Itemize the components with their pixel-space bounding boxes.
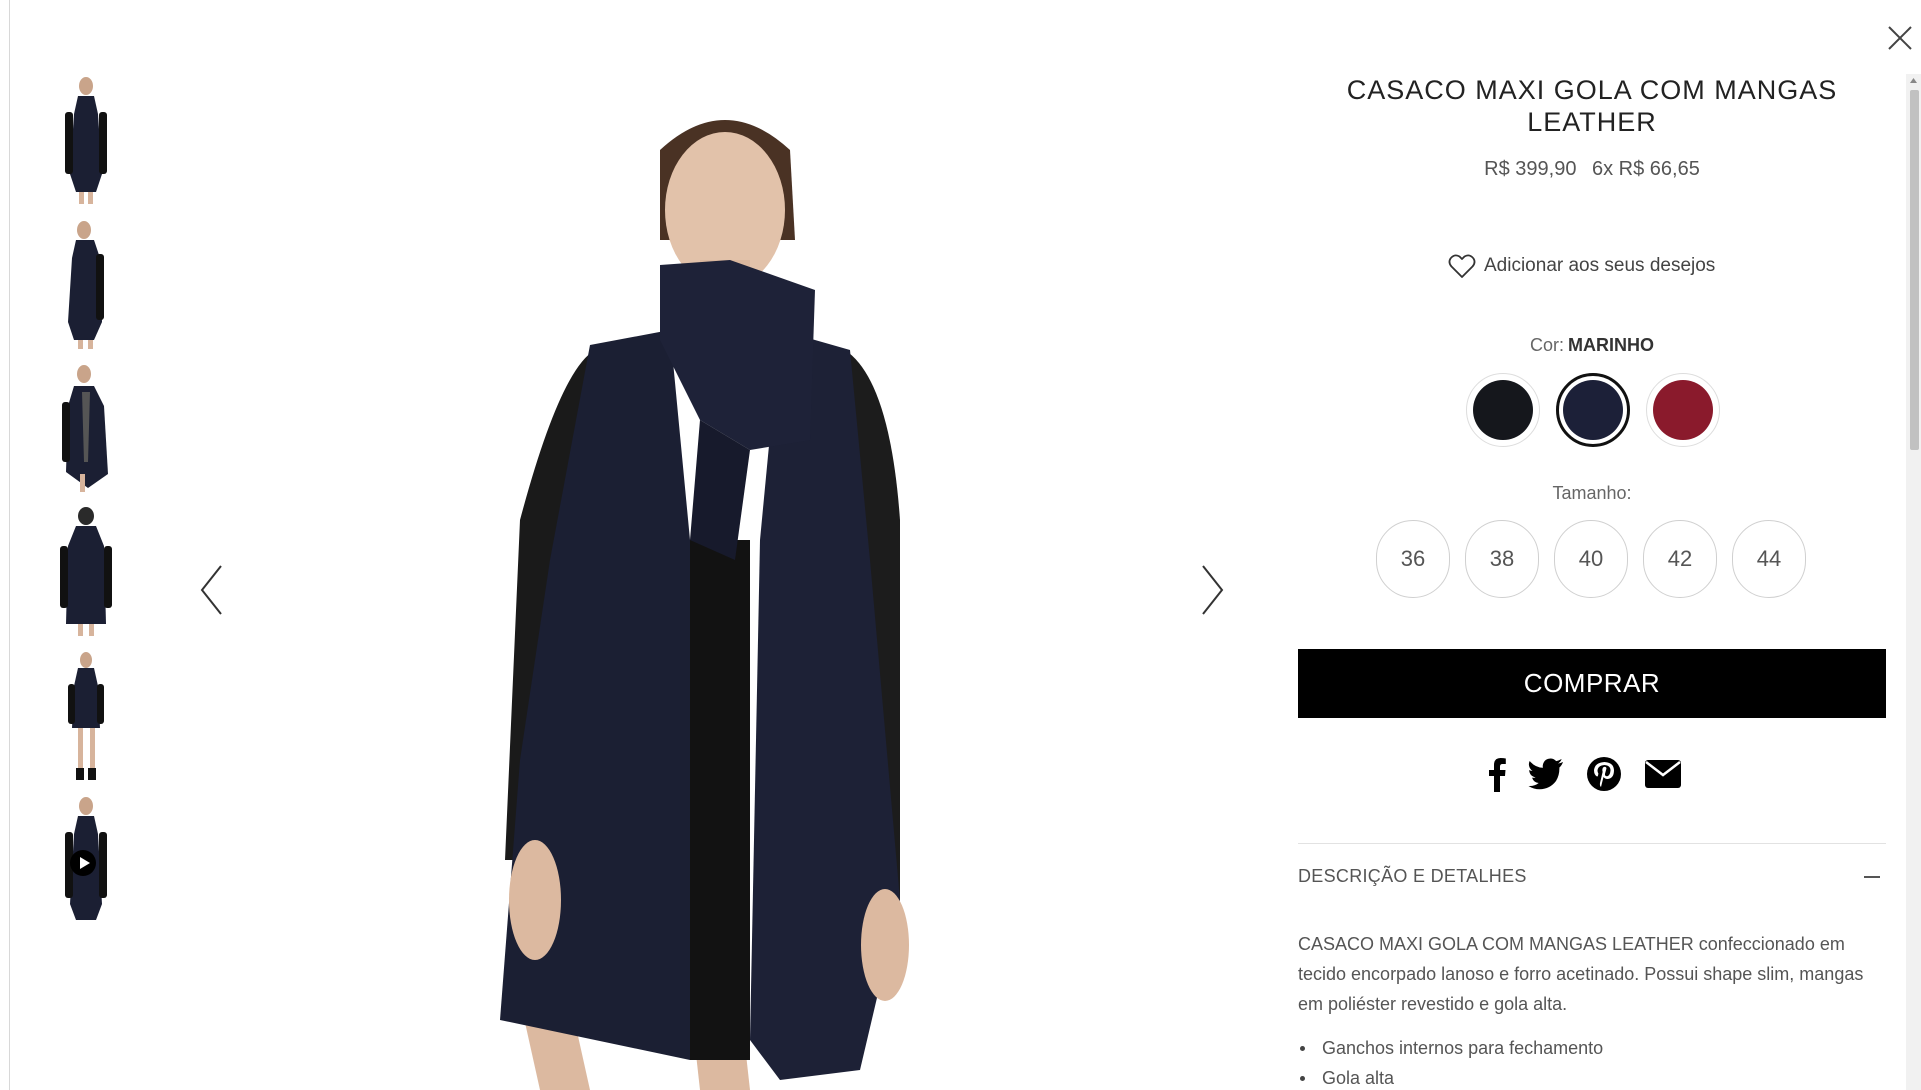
swatch-fill <box>1473 380 1533 440</box>
swatch-fill <box>1653 380 1713 440</box>
product-description: CASACO MAXI GOLA COM MANGAS LEATHER conf… <box>1298 934 1864 1014</box>
email-icon[interactable] <box>1644 759 1682 789</box>
close-icon[interactable] <box>1886 24 1914 52</box>
color-label: Cor: MARINHO <box>1298 335 1886 356</box>
thumbnail-4[interactable] <box>48 506 124 639</box>
thumbnail-6-video[interactable] <box>48 794 124 927</box>
share-icons <box>1488 756 1704 792</box>
color-swatches <box>1466 373 1736 447</box>
play-icon <box>70 850 96 876</box>
color-swatch-marinho[interactable] <box>1556 373 1630 447</box>
heart-icon <box>1448 254 1476 278</box>
minus-icon <box>1864 876 1880 878</box>
main-product-image <box>220 0 1220 1090</box>
modal-left-border <box>9 0 10 1090</box>
size-option-36[interactable]: 36 <box>1376 520 1450 598</box>
pinterest-icon[interactable] <box>1586 756 1622 792</box>
product-details-list: Ganchos internos para fechamento Gola al… <box>1298 1033 1886 1090</box>
color-selected-value: MARINHO <box>1568 335 1654 355</box>
facebook-icon[interactable] <box>1488 756 1506 792</box>
product-quickview: CASACO MAXI GOLA COM MANGAS LEATHER R$ 3… <box>0 0 1921 1090</box>
description-accordion-title: DESCRIÇÃO E DETALHES <box>1298 866 1527 886</box>
next-image-arrow-icon[interactable] <box>1197 562 1227 618</box>
thumbnail-list <box>48 74 124 938</box>
twitter-icon[interactable] <box>1528 758 1564 790</box>
thumbnail-2[interactable] <box>48 218 124 351</box>
previous-image-arrow-icon[interactable] <box>197 562 227 618</box>
scrollbar-thumb[interactable] <box>1910 90 1919 450</box>
size-option-44[interactable]: 44 <box>1732 520 1806 598</box>
description-accordion-header[interactable]: DESCRIÇÃO E DETALHES <box>1298 866 1886 890</box>
section-divider <box>1298 843 1886 844</box>
thumbnail-1[interactable] <box>48 74 124 207</box>
size-label: Tamanho: <box>1552 483 1632 503</box>
wishlist-label: Adicionar aos seus desejos <box>1484 255 1716 276</box>
color-swatch-bordo[interactable] <box>1646 373 1720 447</box>
list-item: Gola alta <box>1298 1063 1886 1090</box>
product-price: R$ 399,90 <box>1484 158 1577 180</box>
installment-price: 6x R$ 66,65 <box>1592 158 1700 180</box>
size-option-40[interactable]: 40 <box>1554 520 1628 598</box>
color-label-prefix: Cor: <box>1529 335 1564 355</box>
add-to-wishlist-button[interactable]: Adicionar aos seus desejos <box>1448 252 1715 280</box>
scroll-up-arrow-icon[interactable] <box>1906 74 1921 88</box>
price-row: R$ 399,90 6x R$ 66,65 <box>1298 158 1886 181</box>
size-options: 36 38 40 42 44 <box>1376 520 1821 598</box>
size-option-42[interactable]: 42 <box>1643 520 1717 598</box>
thumbnail-5[interactable] <box>48 650 124 783</box>
buy-button[interactable]: COMPRAR <box>1298 649 1886 718</box>
size-option-38[interactable]: 38 <box>1465 520 1539 598</box>
swatch-fill <box>1563 380 1623 440</box>
thumbnail-3[interactable] <box>48 362 124 495</box>
product-title: CASACO MAXI GOLA COM MANGAS LEATHER <box>1346 75 1838 137</box>
list-item: Ganchos internos para fechamento <box>1298 1033 1886 1063</box>
color-swatch-preto[interactable] <box>1466 373 1540 447</box>
